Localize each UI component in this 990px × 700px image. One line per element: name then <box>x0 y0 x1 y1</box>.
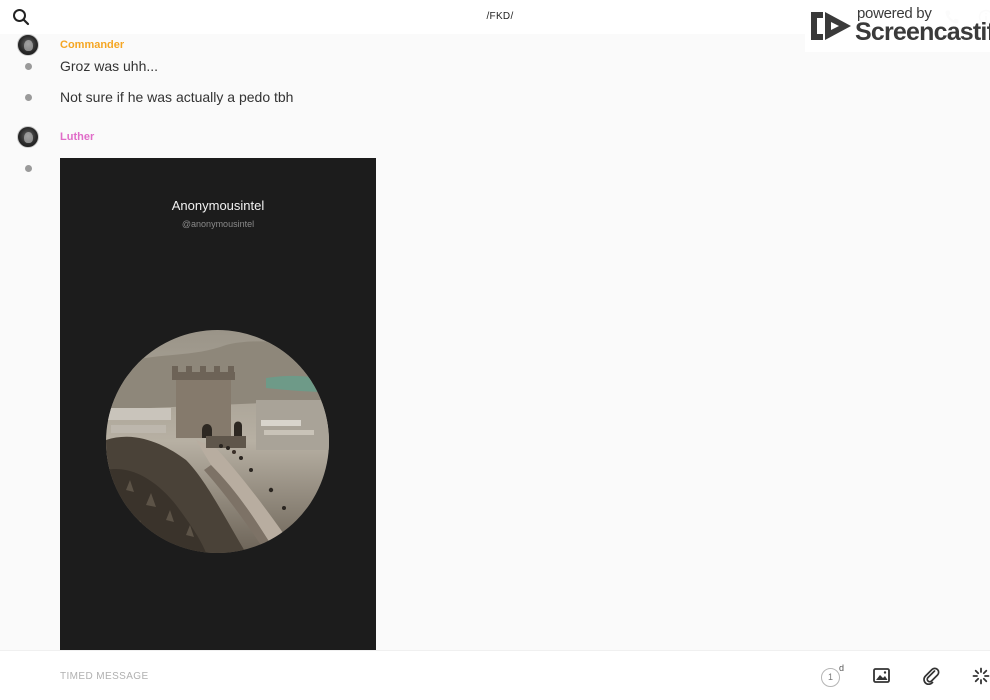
message-composer: 1 d <box>0 650 990 700</box>
attachment-handle: @anonymousintel <box>181 219 255 229</box>
message-bullet <box>25 165 32 172</box>
timer-button[interactable]: 1 d <box>821 663 847 688</box>
message-text: Groz was uhh... <box>60 58 159 74</box>
attachment-title: Anonymousintel <box>171 198 265 213</box>
timer-unit: d <box>839 663 845 673</box>
paperclip-icon <box>923 667 940 686</box>
app-window: /FKD/ powered by Screencastify Commander <box>0 0 990 700</box>
timer-value: 1 <box>821 668 840 687</box>
image-upload-button[interactable] <box>873 667 890 684</box>
message-input[interactable] <box>60 665 760 687</box>
avatar[interactable] <box>17 126 39 148</box>
more-options-button[interactable] <box>972 667 990 685</box>
username[interactable]: Commander <box>60 39 124 51</box>
image-icon <box>873 668 890 683</box>
username[interactable]: Luther <box>60 131 94 143</box>
avatar[interactable] <box>17 34 39 56</box>
message-text: Not sure if he was actually a pedo tbh <box>60 89 294 105</box>
message-bullet <box>25 94 32 101</box>
message-bullet <box>25 63 32 70</box>
image-attachment[interactable]: Anonymousintel @anonymousintel <box>60 158 376 650</box>
profile-photo <box>106 330 329 553</box>
spinner-icon <box>972 667 990 685</box>
attach-file-button[interactable] <box>922 666 940 686</box>
message-list: Commander Groz was uhh... Not sure if he… <box>0 34 990 650</box>
great-wall-photo <box>106 330 329 553</box>
